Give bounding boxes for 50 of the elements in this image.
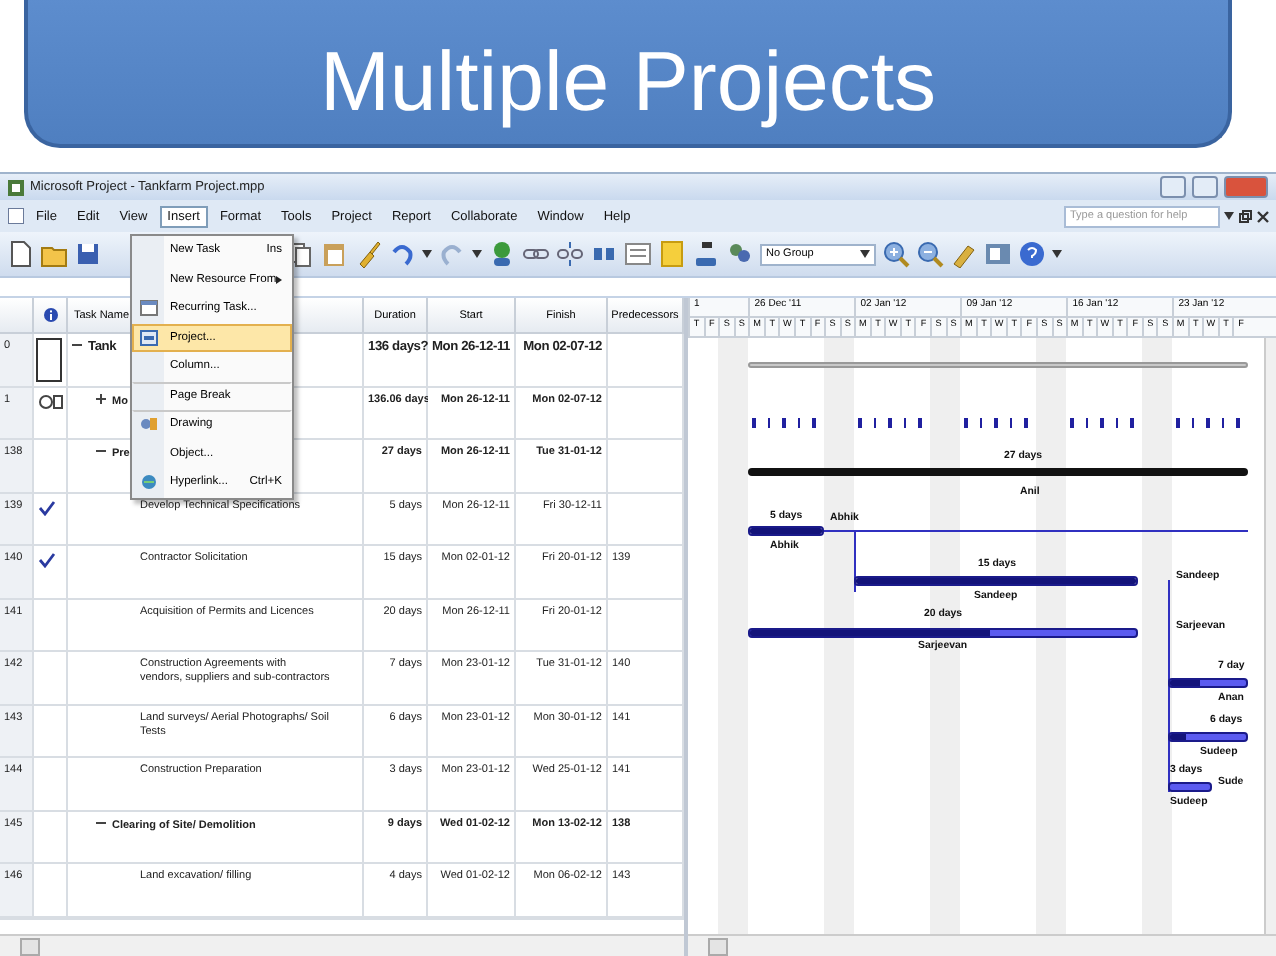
slide-title: Multiple Projects (319, 36, 937, 128)
help-icon[interactable] (1018, 240, 1046, 268)
project-icon (140, 329, 158, 345)
app-icon (8, 179, 24, 195)
people-icon[interactable] (726, 240, 754, 268)
check-icon (38, 552, 56, 568)
horizontal-scrollbar[interactable] (0, 934, 684, 956)
recurring-bar[interactable] (1069, 417, 1074, 427)
assign-icon[interactable] (692, 240, 720, 268)
caret-icon[interactable] (860, 250, 870, 258)
wizard-icon[interactable] (950, 240, 978, 268)
calendar-icon (140, 300, 158, 316)
caret-icon[interactable] (422, 250, 432, 258)
recurring-bar[interactable] (1175, 417, 1180, 427)
expand-toggle[interactable] (96, 395, 106, 407)
recurring-bar[interactable] (857, 417, 862, 427)
task-bar[interactable] (1168, 731, 1248, 741)
predecessors-cell (608, 493, 684, 546)
document-icon[interactable] (8, 208, 24, 224)
globe-people-icon[interactable] (488, 240, 516, 268)
undo-icon[interactable] (388, 240, 416, 268)
predecessors-cell (608, 334, 684, 387)
new-document-icon[interactable] (6, 240, 34, 268)
recurring-bar[interactable] (963, 417, 968, 427)
maximize-button[interactable] (1192, 176, 1218, 198)
caret-icon[interactable] (472, 250, 482, 258)
close-icon[interactable] (1256, 209, 1270, 223)
vertical-scrollbar[interactable] (1264, 338, 1276, 934)
caret-icon[interactable] (1224, 212, 1234, 220)
shapes-icon (140, 416, 158, 432)
horizontal-scrollbar[interactable] (688, 934, 1276, 956)
minimize-button[interactable] (1160, 176, 1186, 198)
save-icon[interactable] (74, 240, 102, 268)
restore-icon[interactable] (1238, 209, 1252, 223)
zoom-in-icon[interactable] (882, 240, 910, 268)
brush-icon[interactable] (354, 240, 382, 268)
caret-icon[interactable] (1052, 250, 1062, 258)
check-icon (38, 499, 56, 515)
predecessors-cell (608, 599, 684, 652)
task-bar[interactable] (748, 525, 824, 535)
task-bar[interactable] (748, 627, 1138, 637)
info-icon (43, 308, 57, 322)
predecessors-cell (608, 387, 684, 440)
clipboard-icon[interactable] (320, 240, 348, 268)
copy-picture-icon[interactable] (984, 240, 1012, 268)
globe-icon (140, 474, 158, 490)
unlink-icon[interactable] (556, 240, 584, 268)
zoom-out-icon[interactable] (916, 240, 944, 268)
predecessors-cell (608, 440, 684, 493)
task-form-icon[interactable] (624, 240, 652, 268)
